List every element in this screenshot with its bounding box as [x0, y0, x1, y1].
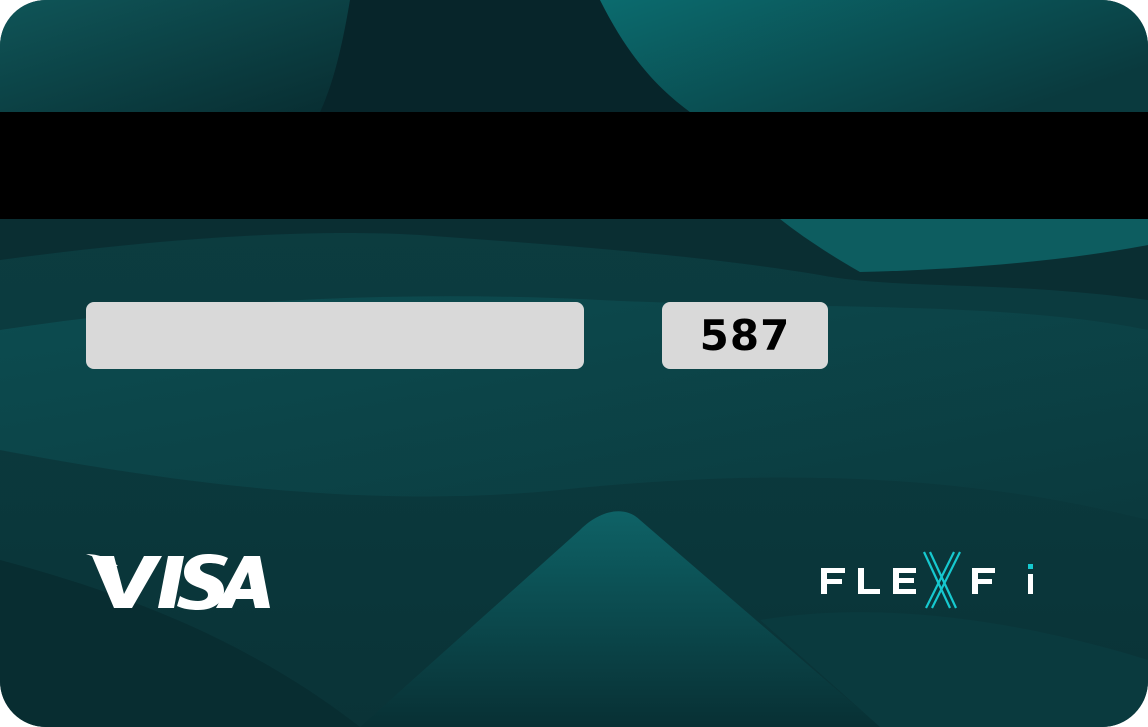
cvv-box: 587 [662, 302, 828, 369]
card-back: 587 [0, 0, 1148, 727]
visa-logo [86, 554, 270, 610]
cvv-code: 587 [699, 311, 791, 360]
flexfi-logo [821, 551, 1033, 609]
signature-panel [86, 302, 584, 369]
magnetic-stripe [0, 112, 1148, 219]
